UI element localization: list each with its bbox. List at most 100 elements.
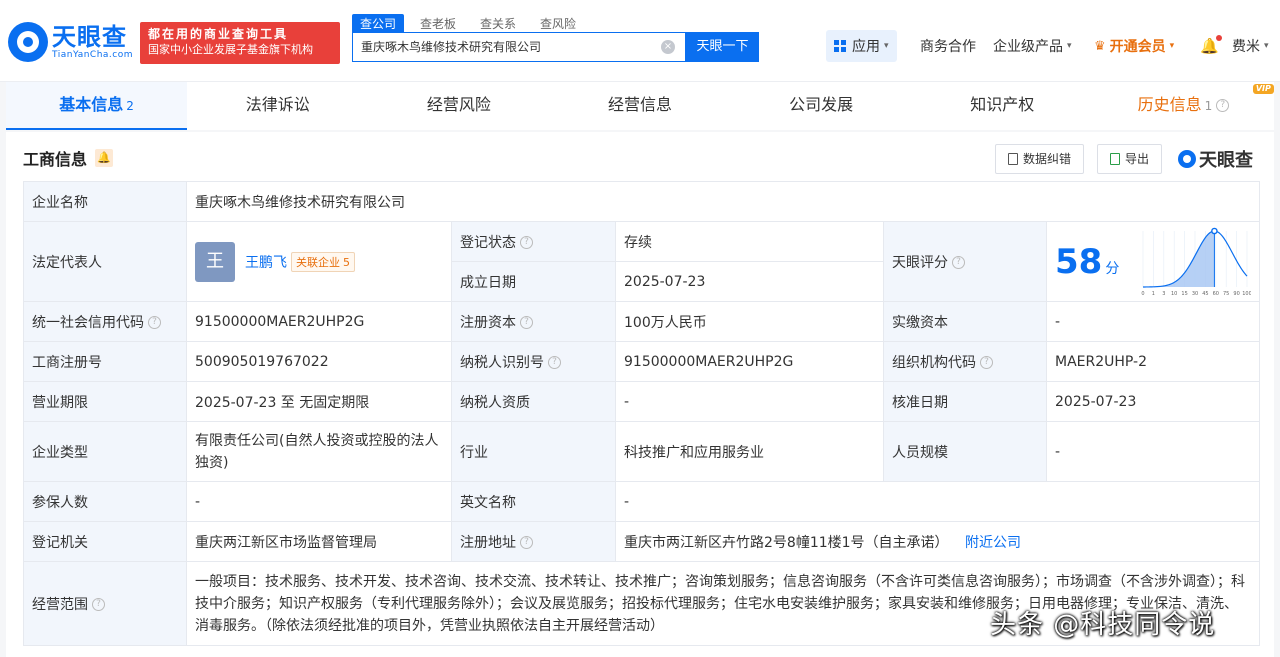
table-row: 企业名称 重庆啄木鸟维修技术研究有限公司 [23, 181, 1260, 222]
legal-rep-link[interactable]: 王鹏飞 [245, 252, 287, 272]
value-type: 有限责任公司(自然人投资或控股的法人独资) [186, 421, 452, 482]
apps-menu[interactable]: 应用 ▾ [826, 30, 897, 62]
bell-icon[interactable]: 🔔 [95, 149, 114, 167]
score-cell[interactable]: 58 分 0 1 3 10 15 30 45 60 75 90 100 [1046, 221, 1260, 302]
chevron-down-icon: ▾ [1169, 41, 1175, 51]
score-distribution-chart: 0 1 3 10 15 30 45 60 75 90 100 [1141, 227, 1251, 297]
value-approve-date: 2025-07-23 [1046, 381, 1260, 422]
value-reg-capital: 100万人民币 [615, 301, 884, 342]
table-row: 企业类型 有限责任公司(自然人投资或控股的法人独资) 行业 科技推广和应用服务业… [23, 421, 1260, 482]
value-term: 2025-07-23 至 无固定期限 [186, 381, 452, 422]
value-reg-status: 存续 [615, 221, 884, 262]
info-table: 企业名称 重庆啄木鸟维修技术研究有限公司 法定代表人 王 王鹏飞 关联企业 5 登… [23, 181, 1260, 646]
clear-icon[interactable]: × [661, 40, 675, 54]
label-taxpayer-id: 纳税人识别号? [451, 341, 616, 382]
search-type-tabs: 查公司 查老板 查关系 查风险 [352, 14, 592, 33]
label-reg-no: 工商注册号 [23, 341, 187, 382]
value-org-code: MAER2UHP-2 [1046, 341, 1260, 382]
value-company-name: 重庆啄木鸟维修技术研究有限公司 [186, 181, 1260, 222]
tab-operation-info[interactable]: 经营信息 [549, 82, 730, 130]
help-icon: ? [1216, 99, 1230, 112]
label-paid-capital: 实缴资本 [883, 301, 1047, 342]
help-icon[interactable]: ? [520, 536, 533, 549]
tab-development[interactable]: 公司发展 [731, 82, 912, 130]
chart-tick-label: 30 [1192, 291, 1198, 297]
nearby-companies-link[interactable]: 附近公司 [965, 535, 1021, 551]
help-icon[interactable]: ? [952, 256, 965, 269]
label-industry: 行业 [451, 421, 616, 482]
help-icon[interactable]: ? [980, 356, 993, 369]
value-legal-rep: 王 王鹏飞 关联企业 5 [186, 221, 452, 302]
document-icon [1008, 153, 1018, 165]
slogan-banner: 都在用的商业查询工具 国家中小企业发展子基金旗下机构 [140, 22, 340, 64]
tab-history[interactable]: 历史信息 1? VIP [1093, 82, 1274, 130]
tab-legal[interactable]: 法律诉讼 [187, 82, 368, 130]
data-correction-button[interactable]: 数据纠错 [995, 144, 1085, 174]
nav-vip[interactable]: ♛ 开通会员 ▾ [1094, 30, 1174, 62]
logo-text-cn: 天眼查 [52, 22, 127, 51]
avatar[interactable]: 王 [195, 241, 235, 282]
logo-text-en: TianYanCha.com [52, 49, 134, 60]
eye-logo-icon [1178, 150, 1196, 168]
grid-icon [834, 40, 846, 52]
value-insured: - [186, 481, 452, 522]
slogan-line1: 都在用的商业查询工具 [148, 27, 289, 41]
help-icon[interactable]: ? [548, 356, 561, 369]
excel-icon [1110, 153, 1120, 165]
label-score: 天眼评分? [883, 221, 1047, 302]
search-tab-boss[interactable]: 查老板 [412, 14, 464, 33]
main-tabs: 基本信息 2 法律诉讼 经营风险 经营信息 公司发展 知识产权 历史信息 1? VI… [6, 82, 1274, 130]
tab-ip[interactable]: 知识产权 [912, 82, 1093, 130]
slogan-line2: 国家中小企业发展子基金旗下机构 [148, 43, 313, 56]
label-legal-rep: 法定代表人 [23, 221, 187, 302]
chevron-down-icon: ▾ [1067, 41, 1072, 51]
table-row: 统一社会信用代码? 91500000MAER2UHP2G 注册资本? 100万人… [23, 301, 1260, 342]
nav-enterprise[interactable]: 企业级产品 ▾ [993, 30, 1072, 62]
search-tab-relation[interactable]: 查关系 [472, 14, 524, 33]
tab-basic-info[interactable]: 基本信息 2 [6, 82, 188, 130]
label-taxpayer-qual: 纳税人资质 [451, 381, 616, 422]
chart-tick-label: 75 [1223, 291, 1229, 297]
section-title: 工商信息 🔔 [23, 146, 114, 170]
crown-icon: ♛ [1094, 38, 1106, 54]
chart-tick-label: 90 [1233, 291, 1239, 297]
help-icon[interactable]: ? [92, 598, 105, 611]
chevron-down-icon: ▾ [1264, 41, 1269, 51]
table-row: 营业期限 2025-07-23 至 无固定期限 纳税人资质 - 核准日期 202… [23, 381, 1260, 422]
logo[interactable]: 天眼查 TianYanCha.com [8, 22, 133, 62]
chart-tick-label: 1 [1152, 291, 1155, 297]
chevron-down-icon: ▾ [884, 41, 889, 51]
help-icon[interactable]: ? [520, 236, 533, 249]
label-found-date: 成立日期 [451, 261, 616, 302]
apps-label: 应用 [852, 39, 880, 55]
value-staff: - [1046, 421, 1260, 482]
brand-mark: 天眼查 [1178, 146, 1253, 172]
table-row: 登记机关 重庆两江新区市场监督管理局 注册地址? 重庆市两江新区卉竹路2号8幢1… [23, 521, 1260, 562]
unread-dot [1215, 35, 1222, 41]
search-tab-risk[interactable]: 查风险 [532, 14, 584, 33]
value-found-date: 2025-07-23 [615, 261, 884, 302]
value-paid-capital: - [1046, 301, 1260, 342]
search-button[interactable]: 天眼一下 [686, 32, 759, 62]
tab-operation-risk[interactable]: 经营风险 [368, 82, 549, 130]
nav-business[interactable]: 商务合作 [920, 30, 976, 62]
table-row: 工商注册号 500905019767022 纳税人识别号? 91500000MA… [23, 341, 1260, 382]
help-icon[interactable]: ? [520, 316, 533, 329]
chart-tick-label: 60 [1213, 291, 1219, 297]
help-icon[interactable]: ? [148, 316, 161, 329]
business-info-section: 工商信息 🔔 数据纠错 导出 天眼查 企业名称 重庆啄木鸟维修技术研究有限公司 … [6, 132, 1274, 657]
chart-tick-label: 0 [1141, 291, 1144, 297]
table-row: 法定代表人 王 王鹏飞 关联企业 5 登记状态? 存续 天眼评分? 58 分 0 1 3… [23, 221, 1260, 302]
label-reg-capital: 注册资本? [451, 301, 616, 342]
notifications[interactable]: 🔔 [1200, 30, 1222, 62]
search-tab-company[interactable]: 查公司 [352, 14, 405, 33]
related-companies-badge[interactable]: 关联企业 5 [291, 251, 355, 272]
tab-count: 1 [1204, 99, 1213, 113]
search-input[interactable]: 重庆啄木鸟维修技术研究有限公司 × [352, 32, 686, 62]
export-button[interactable]: 导出 [1097, 144, 1163, 174]
label-company-name: 企业名称 [23, 181, 187, 222]
user-menu[interactable]: 费米 ▾ [1232, 30, 1269, 62]
user-name: 费米 [1232, 39, 1260, 55]
vip-label: 开通会员 [1109, 39, 1166, 55]
chart-tick-label: 15 [1181, 291, 1187, 297]
